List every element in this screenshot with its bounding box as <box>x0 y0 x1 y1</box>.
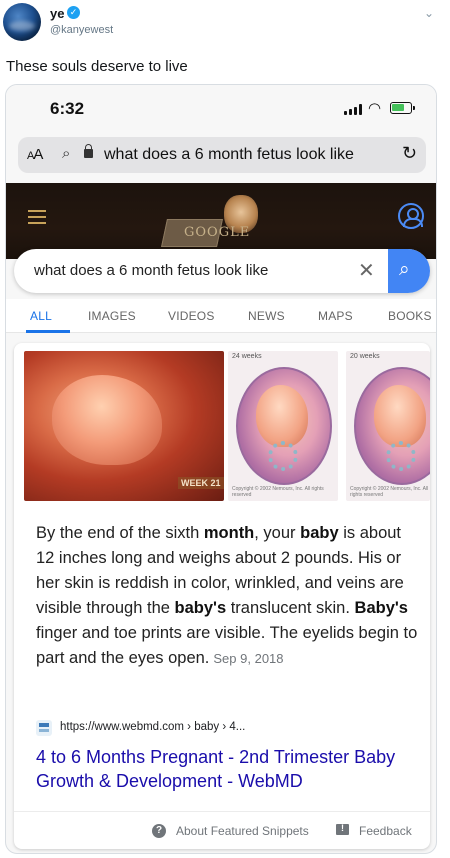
address-text[interactable]: what does a 6 month fetus look like <box>104 146 354 164</box>
search-button[interactable]: ⌕ <box>388 249 430 293</box>
signal-icon <box>344 104 362 115</box>
image-copyright: Copyright © 2002 Nemours, Inc. All right… <box>350 486 429 498</box>
featured-snippet: WEEK 21 24 weeks Copyright © 2002 Nemour… <box>14 343 430 849</box>
search-input[interactable]: what does a 6 month fetus look like <box>34 262 268 279</box>
help-icon[interactable]: ? <box>152 824 166 838</box>
tab-images[interactable]: IMAGES <box>88 309 136 323</box>
clear-icon[interactable]: ✕ <box>358 258 375 283</box>
display-name[interactable]: ye <box>50 6 64 21</box>
result-image-24-weeks[interactable]: 24 weeks Copyright © 2002 Nemours, Inc. … <box>228 351 338 501</box>
image-week-label: 20 weeks <box>350 353 380 360</box>
active-tab-indicator <box>26 330 70 333</box>
tab-news[interactable]: NEWS <box>248 309 285 323</box>
account-icon[interactable] <box>398 203 424 229</box>
search-icon: ⌕ <box>62 145 71 162</box>
tab-videos[interactable]: VIDEOS <box>168 309 215 323</box>
result-image-week21[interactable]: WEEK 21 <box>24 351 224 501</box>
status-bar: 6:32 ◠ <box>6 85 436 129</box>
reload-icon[interactable]: ↻ <box>402 143 417 164</box>
feedback-link[interactable]: Feedback <box>359 824 412 838</box>
feedback-icon[interactable] <box>336 823 349 835</box>
menu-icon[interactable] <box>28 210 46 224</box>
status-time: 6:32 <box>50 99 85 118</box>
about-featured-snippets-link[interactable]: About Featured Snippets <box>176 824 309 838</box>
umbilical-cord <box>386 441 416 471</box>
text-size-button[interactable]: AA <box>27 146 43 163</box>
search-icon: ⌕ <box>399 259 410 280</box>
result-title-link[interactable]: 4 to 6 Months Pregnant - 2nd Trimester B… <box>36 745 426 793</box>
google-header: GOOGLE <box>6 183 436 259</box>
webmd-favicon-icon <box>36 720 52 736</box>
tweet-text: These souls deserve to live <box>6 58 188 75</box>
divider <box>14 811 430 812</box>
lock-icon <box>84 144 93 158</box>
snippet-text: By the end of the sixth month, your baby… <box>36 524 418 667</box>
address-bar[interactable]: AA ⌕ what does a 6 month fetus look like… <box>18 137 426 173</box>
image-copyright: Copyright © 2002 Nemours, Inc. All right… <box>232 486 324 498</box>
battery-icon <box>390 102 415 114</box>
embedded-screenshot[interactable]: 6:32 ◠ AA ⌕ what does a 6 month fetus lo… <box>5 84 437 854</box>
tab-books[interactable]: BOOKS <box>388 309 432 323</box>
tab-all[interactable]: ALL <box>30 309 52 323</box>
result-image-20-weeks[interactable]: 20 weeks Copyright © 2002 Nemours, Inc. … <box>346 351 430 501</box>
google-doodle[interactable]: GOOGLE <box>154 189 294 255</box>
search-tabs: ALL IMAGES VIDEOS NEWS MAPS BOOKS <box>6 299 436 333</box>
verified-badge-icon: ✓ <box>67 6 80 19</box>
image-overlay-label: WEEK 21 <box>178 477 224 489</box>
wifi-icon: ◠ <box>368 100 382 117</box>
chevron-down-icon[interactable]: ⌄ <box>424 6 434 20</box>
source-url[interactable]: https://www.webmd.com › baby › 4... <box>60 721 245 733</box>
fetus-illustration <box>256 385 308 447</box>
user-handle[interactable]: @kanyewest <box>50 24 113 36</box>
google-search-box[interactable]: what does a 6 month fetus look like ✕ ⌕ <box>14 249 430 293</box>
tweet-header: ye ✓ @kanyewest ⌄ <box>0 0 450 52</box>
snippet-date: Sep 9, 2018 <box>213 651 284 666</box>
avatar[interactable] <box>3 3 41 41</box>
tab-maps[interactable]: MAPS <box>318 309 353 323</box>
image-week-label: 24 weeks <box>232 353 262 360</box>
fetus-illustration <box>374 385 426 447</box>
doodle-wordmark: GOOGLE <box>184 225 251 240</box>
fetus-illustration <box>52 375 162 465</box>
umbilical-cord <box>268 441 298 471</box>
